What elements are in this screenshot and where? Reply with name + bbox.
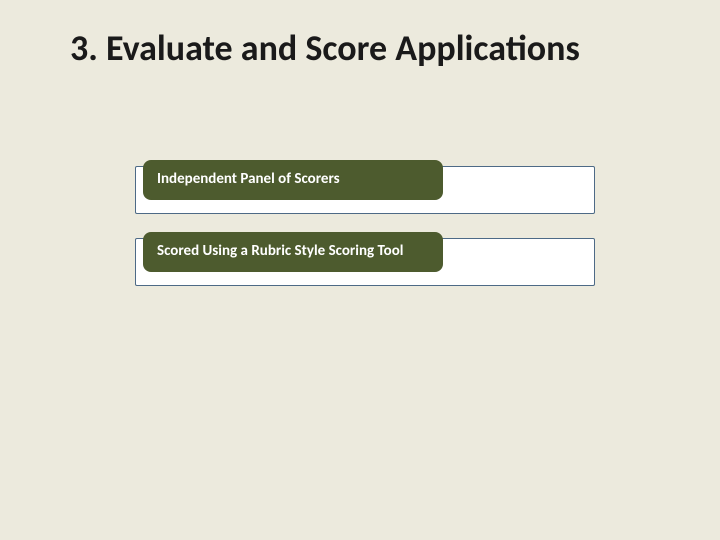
slide-title: 3. Evaluate and Score Applications [70, 28, 690, 69]
slide: 3. Evaluate and Score Applications Indep… [0, 0, 720, 540]
list-item-pill: Scored Using a Rubric Style Scoring Tool [143, 232, 443, 272]
content-list: Independent Panel of Scorers Scored Usin… [135, 160, 595, 304]
list-item-pill: Independent Panel of Scorers [143, 160, 443, 200]
list-item: Scored Using a Rubric Style Scoring Tool [135, 232, 595, 290]
list-item: Independent Panel of Scorers [135, 160, 595, 218]
list-item-label: Scored Using a Rubric Style Scoring Tool [157, 243, 403, 260]
list-item-label: Independent Panel of Scorers [157, 171, 340, 188]
